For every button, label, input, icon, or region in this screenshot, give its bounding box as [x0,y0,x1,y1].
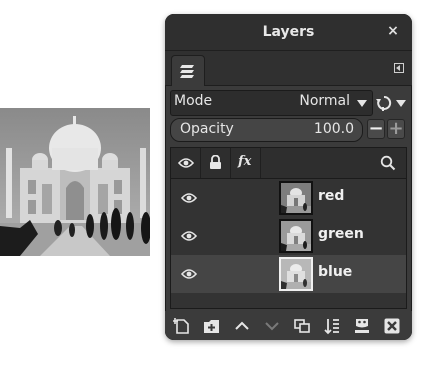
composite-mode-icon [376,95,392,111]
dock-tab-bar [165,51,412,86]
duplicate-layer-icon [294,319,310,333]
layer-name[interactable]: red [318,188,344,204]
merge-down-icon [324,319,339,335]
opacity-label: Opacity [180,121,234,137]
panel-title: Layers [262,24,315,40]
layer-list-header: fx [170,147,407,179]
add-mask-button[interactable] [353,317,371,335]
raise-layer-icon [235,321,249,330]
eye-icon[interactable] [181,268,197,280]
layer-thumbnail[interactable] [279,181,313,215]
opacity-slider[interactable]: Opacity 100.0 [170,118,363,142]
add-mask-icon [355,319,369,333]
fx-icon: fx [238,154,252,169]
opacity-increase-button[interactable]: + [387,119,405,139]
merge-down-button[interactable] [323,317,341,335]
layer-thumbnail[interactable] [279,219,313,253]
layers-dock-panel: Layers × Mode Normal Opacity 100.0 − + f… [165,14,412,340]
layer-actions-toolbar [165,311,412,340]
new-group-icon [204,320,219,333]
composite-mode-button[interactable] [372,90,408,116]
duplicate-layer-button[interactable] [293,317,311,335]
new-layer-button[interactable] [173,317,191,335]
layer-row-blue[interactable]: blue [171,255,406,293]
raise-layer-button[interactable] [233,317,251,335]
tab-menu-icon[interactable] [394,63,404,73]
mode-select[interactable]: Mode Normal [170,90,373,116]
eye-icon[interactable] [181,192,197,204]
lock-column-header[interactable] [201,148,231,178]
opacity-value: 100.0 [313,121,354,137]
layers-icon [180,65,194,78]
opacity-decrease-button[interactable]: − [367,119,385,139]
delete-layer-icon [384,318,400,334]
delete-layer-button[interactable] [383,317,401,335]
new-layer-group-button[interactable] [203,317,221,335]
eye-icon [178,158,194,168]
chevron-down-icon [357,100,367,107]
visibility-column-header[interactable] [171,148,201,178]
mode-label: Mode [174,93,213,109]
layer-row-red[interactable]: red [171,179,406,217]
tab-layers[interactable] [171,55,205,86]
effects-column-header[interactable]: fx [231,148,261,178]
image-preview [0,108,150,256]
chevron-down-icon [396,100,406,107]
layer-list: red green blue [170,179,407,309]
layer-thumbnail[interactable] [279,257,313,291]
layer-row-green[interactable]: green [171,217,406,255]
new-layer-icon [173,318,189,334]
lower-layer-button[interactable] [263,317,281,335]
panel-titlebar[interactable]: Layers × [165,14,412,51]
eye-icon[interactable] [181,230,197,242]
mode-value: Normal [299,93,350,109]
search-icon[interactable] [380,155,396,171]
lock-icon [210,155,221,169]
layer-name[interactable]: blue [318,264,352,280]
close-icon[interactable]: × [385,23,401,39]
lower-layer-icon [265,322,279,331]
layer-name[interactable]: green [318,226,364,242]
